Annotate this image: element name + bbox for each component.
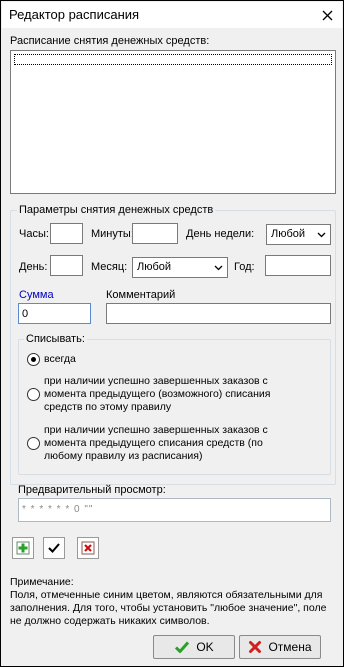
sum-label: Сумма — [19, 289, 54, 301]
delete-icon — [81, 541, 95, 555]
apply-rule-button[interactable] — [43, 537, 65, 559]
weekday-value: Любой — [271, 228, 306, 240]
year-input[interactable] — [265, 255, 331, 276]
close-icon — [322, 10, 332, 20]
minutes-label: Минуты: — [91, 228, 134, 240]
radio-button[interactable] — [27, 353, 40, 366]
radio-button[interactable] — [27, 388, 40, 401]
title-bar: Редактор расписания — [2, 2, 342, 28]
day-input[interactable] — [50, 255, 83, 276]
params-group-title: Параметры снятия денежных средств — [17, 204, 216, 216]
month-select[interactable]: Любой — [132, 257, 228, 278]
weekday-select[interactable]: Любой — [266, 224, 331, 245]
checkmark-icon — [48, 543, 60, 553]
weekday-label: День недели: — [186, 228, 255, 240]
schedule-label: Расписание снятия денежных средств: — [10, 35, 210, 47]
note-text: Поля, отмеченные синим цветом, являются … — [10, 589, 327, 627]
comment-input[interactable] — [106, 303, 331, 324]
note-title: Примечание: — [10, 576, 74, 588]
radio-button[interactable] — [27, 437, 40, 450]
hours-input[interactable] — [50, 223, 83, 244]
add-rule-button[interactable] — [12, 537, 34, 559]
note: Примечание: Поля, отмеченные синим цвето… — [10, 576, 338, 628]
cross-icon — [248, 640, 262, 654]
checkmark-icon — [174, 640, 190, 654]
comment-label: Комментарий — [106, 289, 176, 301]
minutes-input[interactable] — [132, 223, 178, 244]
add-icon — [16, 541, 30, 555]
debit-option-label: при наличии успешно завершенных заказов … — [44, 424, 268, 462]
chevron-down-icon — [315, 225, 327, 244]
cancel-button-label: Отмена — [268, 640, 312, 654]
preview-field: * * * * * * 0 "" — [18, 498, 331, 522]
month-label: Месяц: — [91, 261, 128, 273]
year-label: Год: — [234, 261, 255, 273]
month-value: Любой — [137, 261, 172, 273]
debit-group-title: Списывать: — [24, 333, 87, 345]
ok-button[interactable]: OK — [153, 635, 235, 659]
schedule-list[interactable] — [10, 50, 336, 194]
debit-option-label: всегда — [44, 353, 76, 365]
ok-button-label: OK — [196, 640, 214, 654]
window-title: Редактор расписания — [9, 7, 140, 22]
hours-label: Часы: — [19, 228, 49, 240]
schedule-editor-window: Редактор расписания Расписание снятия де… — [0, 0, 344, 667]
preview-label: Предварительный просмотр: — [18, 484, 166, 496]
debit-option-label: при наличии успешно завершенных заказов … — [44, 375, 271, 413]
schedule-list-focus-row[interactable] — [14, 54, 332, 65]
chevron-down-icon — [212, 258, 224, 277]
sum-input[interactable] — [18, 303, 91, 324]
day-label: День: — [19, 261, 48, 273]
close-button[interactable] — [312, 2, 342, 28]
cancel-button[interactable]: Отмена — [239, 635, 321, 659]
delete-rule-button[interactable] — [77, 537, 99, 559]
